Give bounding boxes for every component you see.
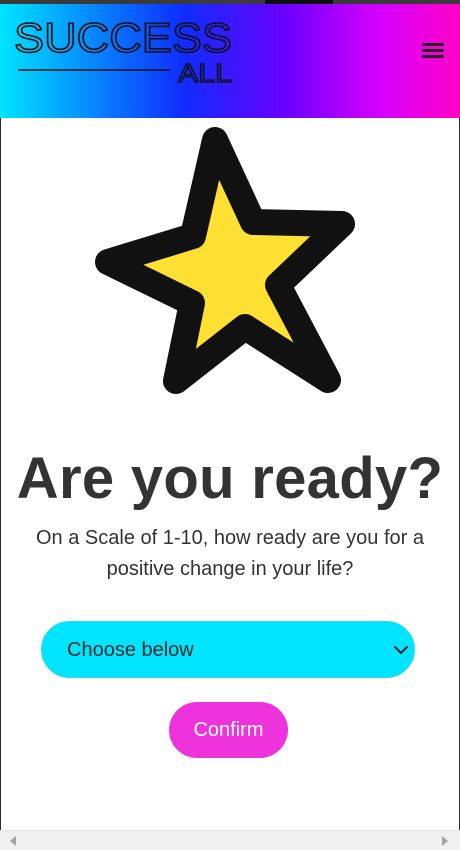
readiness-select-value: Choose below: [67, 639, 194, 661]
menu-bar: [422, 55, 444, 58]
star-icon: [88, 122, 368, 402]
confirm-button[interactable]: Confirm: [169, 702, 288, 758]
chevron-down-icon[interactable]: [392, 641, 410, 659]
hamburger-menu-icon[interactable]: [422, 40, 450, 66]
logo-text-success: SUCCESS: [14, 18, 232, 61]
menu-bar: [422, 43, 444, 46]
scroll-left-arrow-icon[interactable]: [10, 836, 16, 846]
scroll-right-arrow-icon[interactable]: [442, 836, 448, 846]
menu-bar: [422, 49, 444, 52]
site-logo[interactable]: SUCCESS ALL: [14, 18, 244, 88]
site-header: SUCCESS ALL: [0, 4, 460, 118]
page-title: Are you ready?: [16, 446, 444, 511]
question-text: On a Scale of 1-10, how ready are you fo…: [36, 527, 424, 580]
logo-text-all: ALL: [178, 58, 232, 88]
star-shape: [95, 127, 355, 394]
horizontal-scrollbar[interactable]: [0, 830, 460, 850]
readiness-select[interactable]: Choose below: [41, 621, 415, 678]
